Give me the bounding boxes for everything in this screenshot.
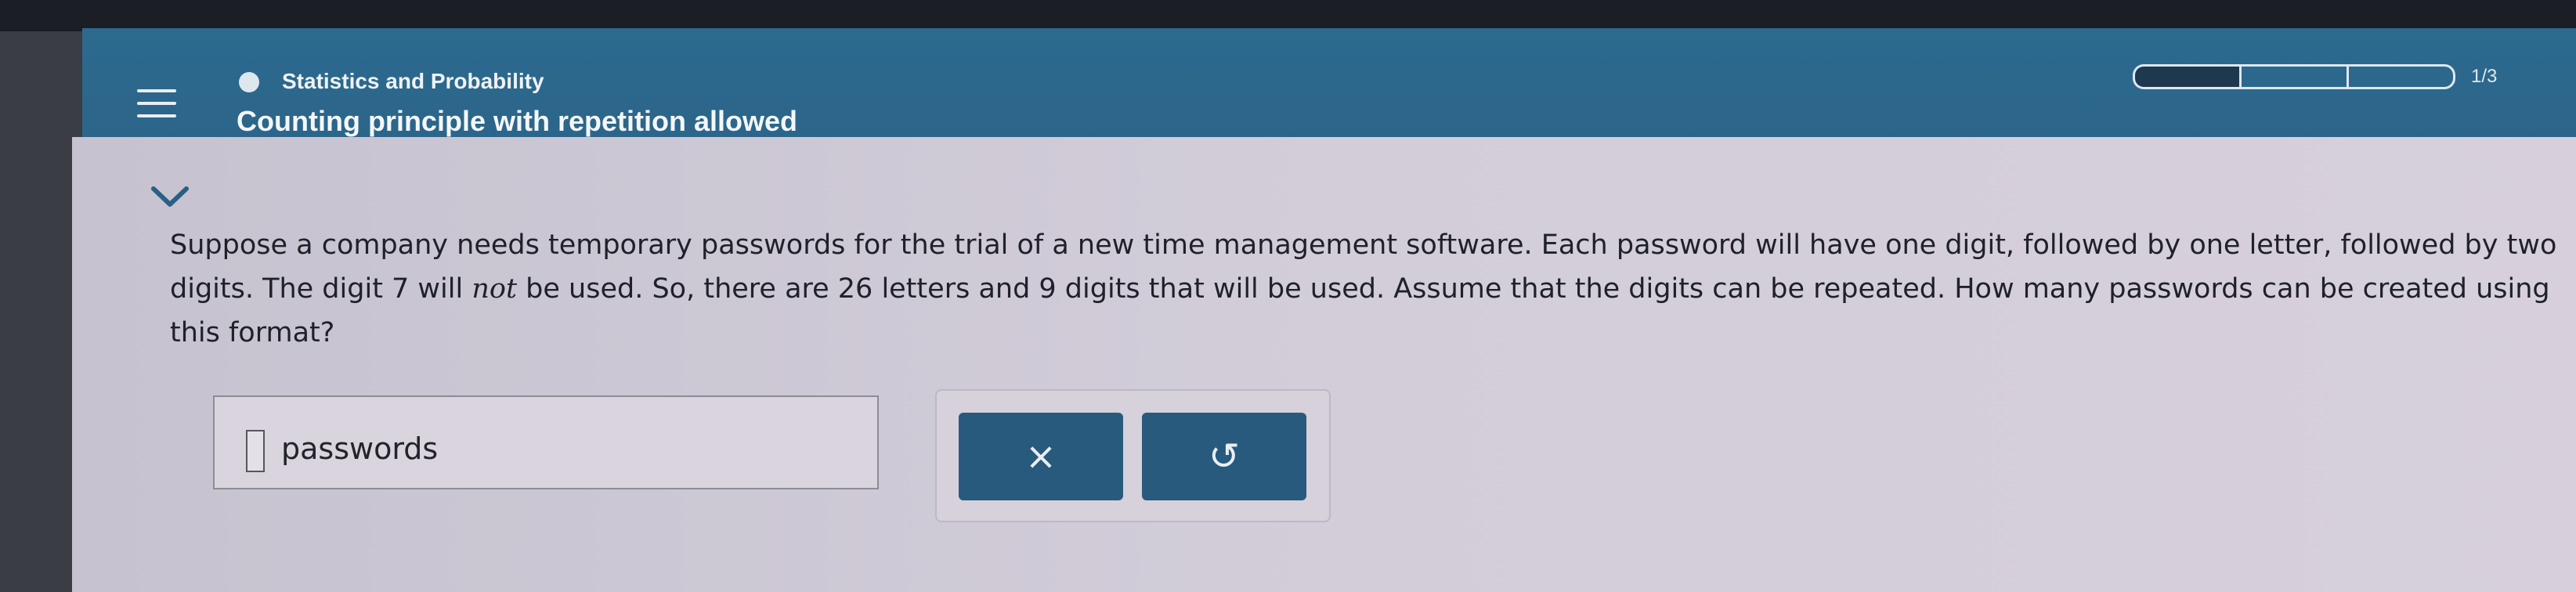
question-emphasis: not xyxy=(471,273,518,305)
undo-button[interactable]: ↺ xyxy=(1142,413,1306,500)
progress-segment xyxy=(2133,64,2240,89)
answer-unit-label: passwords xyxy=(281,431,439,466)
question-part-2: be used. So, there are 26 letters and 9 … xyxy=(170,273,2550,348)
progress-segment xyxy=(2239,64,2347,89)
menu-line xyxy=(137,89,176,92)
chevron-down-icon[interactable] xyxy=(149,182,191,211)
answer-input[interactable] xyxy=(246,430,265,472)
topic-dot-icon xyxy=(239,72,259,92)
undo-icon: ↺ xyxy=(1208,435,1241,478)
progress-segment xyxy=(2346,64,2455,89)
action-button-panel: × ↺ xyxy=(935,389,1331,522)
close-icon: × xyxy=(1024,435,1057,478)
menu-line xyxy=(137,102,176,105)
progress-bar xyxy=(2133,64,2455,89)
answer-area: passwords xyxy=(213,395,879,489)
subject-label: Statistics and Probability xyxy=(282,69,544,93)
menu-line xyxy=(137,114,176,117)
question-panel: Suppose a company needs temporary passwo… xyxy=(72,137,2576,592)
question-text: Suppose a company needs temporary passwo… xyxy=(170,223,2567,355)
lesson-title: Counting principle with repetition allow… xyxy=(237,105,797,137)
clear-button[interactable]: × xyxy=(959,413,1123,500)
hamburger-menu-icon[interactable] xyxy=(137,89,176,121)
window-top-strip xyxy=(0,0,2576,31)
progress-count: 1/3 xyxy=(2471,66,2498,87)
